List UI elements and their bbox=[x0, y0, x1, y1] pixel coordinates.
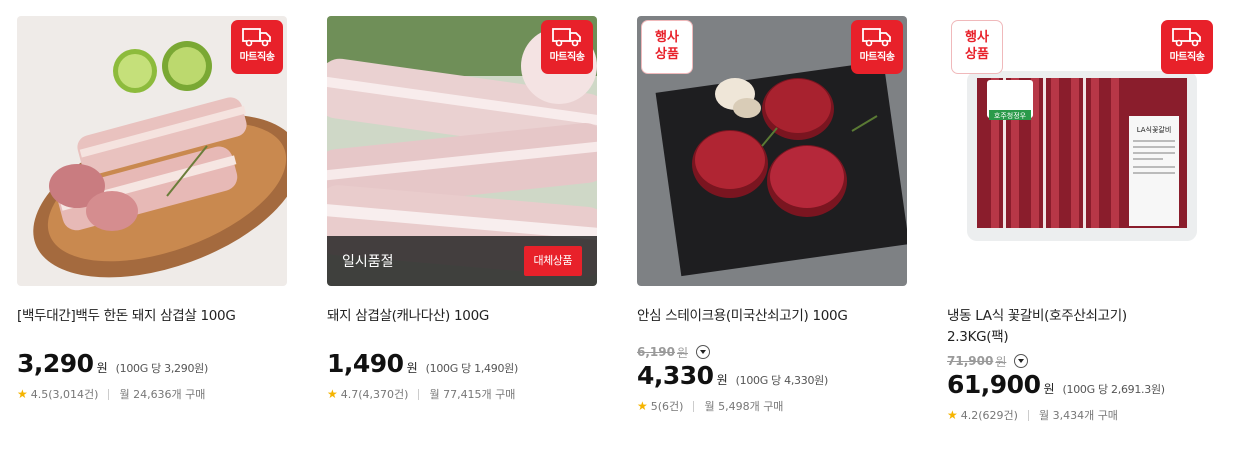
price-detail-toggle-icon[interactable] bbox=[696, 345, 711, 359]
product-card[interactable]: 마트직송 [백두대간]백두 한돈 돼지 삼겹살 100G 3,290 원 (10… bbox=[17, 16, 287, 402]
sale-price: 1,490 bbox=[327, 349, 404, 378]
rating-text: 4.7(4,370건) bbox=[340, 388, 409, 401]
original-price-row: 71,900 원 bbox=[947, 352, 1217, 370]
promo-badge: 행사 상품 bbox=[951, 20, 1003, 74]
alternative-product-button[interactable]: 대체상품 bbox=[523, 246, 582, 276]
mart-direct-label: 마트직송 bbox=[1169, 52, 1205, 63]
sticker-label: 호주청정우 bbox=[994, 111, 1027, 120]
rating-text: 4.5(3,014건) bbox=[30, 388, 99, 401]
mart-direct-label: 마트직송 bbox=[239, 52, 275, 63]
divider bbox=[1027, 409, 1029, 421]
monthly-sales: 월 3,434개 구매 bbox=[1038, 409, 1118, 422]
divider bbox=[693, 400, 695, 412]
rating-row: ★ 5(6건) 월 5,498개 구매 bbox=[637, 398, 907, 414]
product-name[interactable]: 냉동 LA식 꽃갈비(호주산쇠고기) 2.3KG(팩) bbox=[947, 306, 1157, 348]
product-card[interactable]: 마트직송 일시품절 대체상품 돼지 삼겹살(캐나다산) 100G 1,490 원… bbox=[327, 16, 597, 402]
rating-text: 5(6건) bbox=[650, 400, 684, 413]
divider bbox=[108, 388, 110, 400]
product-name[interactable]: [백두대간]백두 한돈 돼지 삼겹살 100G bbox=[17, 306, 287, 327]
monthly-sales: 월 24,636개 구매 bbox=[119, 388, 206, 401]
original-price-row bbox=[17, 331, 287, 349]
currency-label: 원 bbox=[1043, 382, 1055, 396]
promo-badge: 행사 상품 bbox=[641, 20, 693, 74]
mart-direct-badge: 마트직송 bbox=[851, 20, 903, 74]
monthly-sales: 월 77,415개 구매 bbox=[429, 388, 516, 401]
delivery-truck-icon bbox=[862, 28, 891, 47]
currency-label: 원 bbox=[406, 361, 418, 375]
product-name[interactable]: 안심 스테이크용(미국산쇠고기) 100G bbox=[637, 306, 907, 327]
product-image[interactable]: 마트직송 bbox=[17, 16, 287, 286]
rating-row: ★ 4.7(4,370건) 월 77,415개 구매 bbox=[327, 386, 597, 402]
star-icon: ★ bbox=[17, 387, 28, 401]
unit-price: (100G 당 1,490원) bbox=[425, 362, 519, 375]
promo-label-line1: 행사 bbox=[655, 30, 679, 45]
unit-price: (100G 당 3,290원) bbox=[115, 362, 209, 375]
sold-out-label: 일시품절 bbox=[342, 254, 394, 270]
promo-label-line2: 상품 bbox=[965, 47, 989, 62]
sale-price: 61,900 bbox=[947, 370, 1041, 399]
original-currency: 원 bbox=[676, 345, 689, 360]
star-icon: ★ bbox=[947, 408, 958, 422]
mart-direct-badge: 마트직송 bbox=[541, 20, 593, 74]
rating-row: ★ 4.5(3,014건) 월 24,636개 구매 bbox=[17, 386, 287, 402]
rating-row: ★ 4.2(629건) 월 3,434개 구매 bbox=[947, 407, 1217, 423]
original-price: 6,190 bbox=[637, 345, 675, 359]
product-grid: 마트직송 [백두대간]백두 한돈 돼지 삼겹살 100G 3,290 원 (10… bbox=[0, 0, 1247, 457]
divider bbox=[418, 388, 420, 400]
original-price: 71,900 bbox=[947, 354, 994, 368]
delivery-truck-icon bbox=[242, 28, 271, 47]
price-detail-toggle-icon[interactable] bbox=[1014, 354, 1029, 368]
product-image[interactable]: 행사 상품 마트직송 bbox=[637, 16, 907, 286]
delivery-truck-icon bbox=[1172, 28, 1201, 47]
currency-label: 원 bbox=[716, 373, 728, 387]
mart-direct-label: 마트직송 bbox=[859, 52, 895, 63]
monthly-sales: 월 5,498개 구매 bbox=[704, 400, 784, 413]
original-price-row bbox=[327, 331, 597, 349]
mart-direct-label: 마트직송 bbox=[549, 52, 585, 63]
delivery-truck-icon bbox=[552, 28, 581, 47]
currency-label: 원 bbox=[96, 361, 108, 375]
promo-label-line1: 행사 bbox=[965, 30, 989, 45]
sale-price: 3,290 bbox=[17, 349, 94, 378]
unit-price: (100G 당 4,330원) bbox=[735, 374, 829, 387]
mart-direct-badge: 마트직송 bbox=[1161, 20, 1213, 74]
price-row: 4,330 원 (100G 당 4,330원) bbox=[637, 361, 907, 390]
unit-price: (100G 당 2,691.3원) bbox=[1062, 383, 1166, 396]
star-icon: ★ bbox=[637, 399, 648, 413]
product-card[interactable]: 행사 상품 마트직송 안심 스테이크용(미국산쇠고기) 100G 6,190 원… bbox=[637, 16, 907, 414]
price-row: 3,290 원 (100G 당 3,290원) bbox=[17, 349, 287, 378]
price-row: 1,490 원 (100G 당 1,490원) bbox=[327, 349, 597, 378]
package-label: LA식꽃갈비 bbox=[1137, 125, 1172, 134]
product-image[interactable]: 호주청정우 LA식꽃갈비 행사 상품 마트직송 bbox=[947, 16, 1217, 286]
product-image[interactable]: 마트직송 일시품절 대체상품 bbox=[327, 16, 597, 286]
rating-text: 4.2(629건) bbox=[960, 409, 1018, 422]
sold-out-overlay: 일시품절 대체상품 bbox=[327, 236, 597, 286]
sale-price: 4,330 bbox=[637, 361, 714, 390]
product-card[interactable]: 호주청정우 LA식꽃갈비 행사 상품 마트직송 냉동 LA식 꽃갈비(호주산쇠고… bbox=[947, 16, 1217, 423]
original-currency: 원 bbox=[995, 354, 1007, 369]
promo-label-line2: 상품 bbox=[655, 47, 679, 62]
product-name[interactable]: 돼지 삼겹살(캐나다산) 100G bbox=[327, 306, 597, 327]
price-row: 61,900 원 (100G 당 2,691.3원) bbox=[947, 370, 1217, 399]
original-price-row: 6,190 원 bbox=[637, 343, 907, 361]
mart-direct-badge: 마트직송 bbox=[231, 20, 283, 74]
star-icon: ★ bbox=[327, 387, 338, 401]
